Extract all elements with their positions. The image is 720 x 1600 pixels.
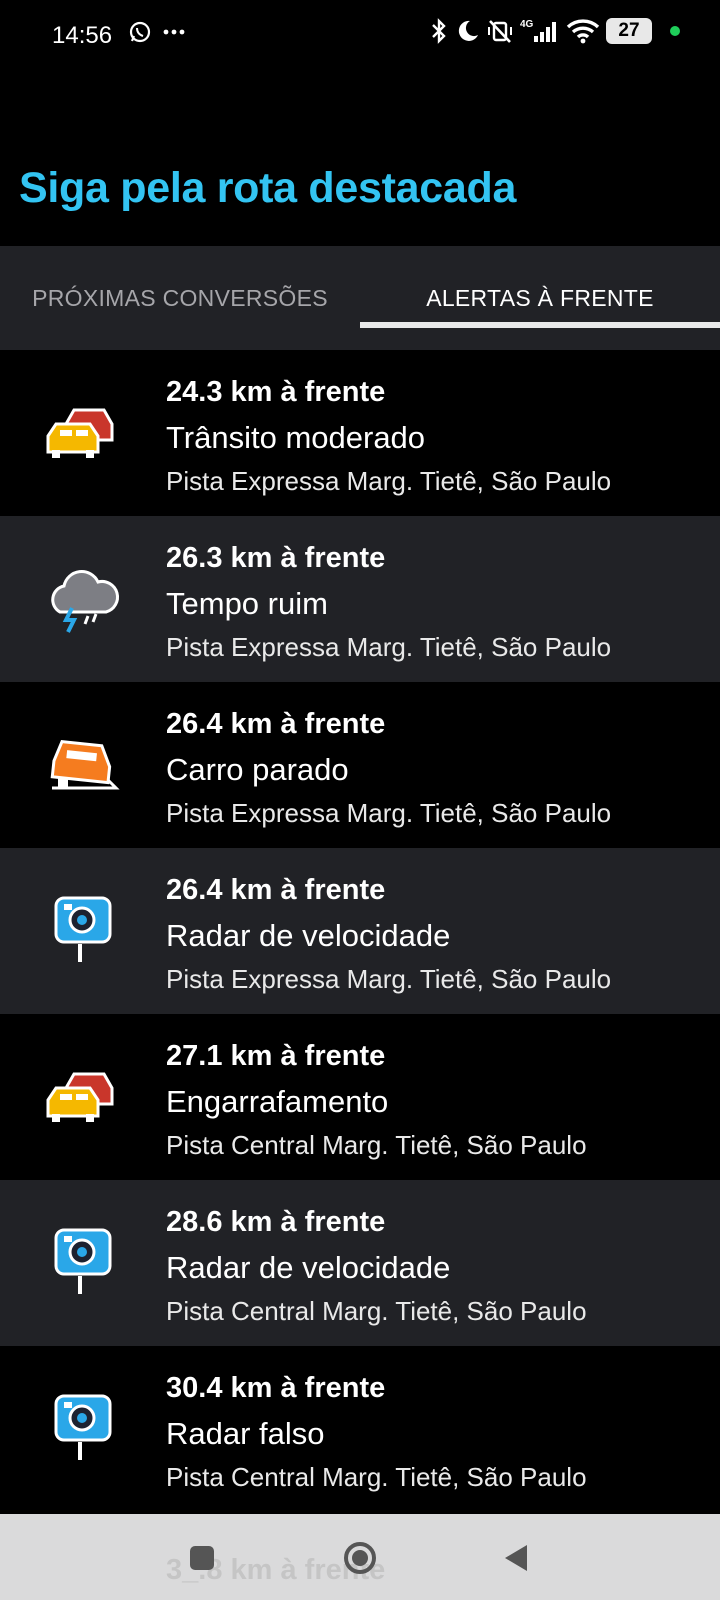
back-icon (505, 1545, 527, 1571)
alert-type: Tempo ruim (166, 586, 328, 621)
alert-location: Pista Expressa Marg. Tietê, São Paulo (166, 798, 612, 828)
tab-label: PRÓXIMAS CONVERSÕES (32, 284, 328, 311)
recent-apps-button[interactable] (180, 1536, 224, 1580)
alert-item[interactable]: 26.4 km à frente Radar de velocidade Pis… (0, 848, 720, 1014)
alert-location: Pista Central Marg. Tietê, São Paulo (166, 1296, 587, 1326)
alert-location: Pista Expressa Marg. Tietê, São Paulo (166, 466, 612, 496)
alert-type: Radar de velocidade (166, 918, 451, 953)
speed-camera-icon (54, 1228, 112, 1294)
privacy-indicator-dot (670, 26, 680, 36)
back-button[interactable] (494, 1536, 538, 1580)
stopped-car-icon (50, 739, 120, 790)
status-time: 14:56 (52, 22, 113, 49)
traffic-cars-icon (46, 1072, 114, 1122)
tab-label: ALERTAS À FRENTE (426, 284, 654, 311)
active-tab-indicator (360, 322, 720, 328)
alert-item[interactable]: 30.4 km à frente Radar falso Pista Centr… (0, 1346, 720, 1512)
whatsapp-icon (129, 21, 151, 43)
alert-item[interactable]: 26.4 km à frente Carro parado Pista Expr… (0, 682, 720, 848)
speed-camera-icon (54, 1394, 112, 1460)
alert-item[interactable]: 27.1 km à frente Engarrafamento Pista Ce… (0, 1014, 720, 1180)
alert-location: Pista Central Marg. Tietê, São Paulo (166, 1462, 587, 1492)
status-bar: 14:56 4G 27 (0, 0, 720, 72)
home-icon (344, 1542, 376, 1574)
alert-distance: 26.4 km à frente (166, 874, 386, 906)
tab-upcoming-turns[interactable]: PRÓXIMAS CONVERSÕES (0, 246, 360, 350)
vibrate-off-icon (488, 20, 512, 43)
traffic-cars-icon (44, 1574, 124, 1600)
svg-text:4G: 4G (520, 19, 534, 30)
system-navigation-bar: 3_.8 km à frente Via alagada (0, 1514, 720, 1600)
home-button[interactable] (338, 1536, 382, 1580)
tab-alerts-ahead[interactable]: ALERTAS À FRENTE (360, 246, 720, 350)
page-title: Siga pela rota destacada (19, 164, 517, 212)
alert-distance: 27.1 km à frente (166, 1040, 386, 1072)
alert-type: Carro parado (166, 752, 349, 787)
alert-item[interactable]: 26.3 km à frente Tempo ruim Pista Expres… (0, 516, 720, 682)
storm-cloud-icon (51, 570, 119, 633)
battery-icon: 27 (606, 18, 652, 44)
alert-location: Pista Expressa Marg. Tietê, São Paulo (166, 632, 612, 662)
more-dots-icon (163, 29, 185, 35)
bluetooth-icon (432, 18, 446, 44)
alert-type: Engarrafamento (166, 1084, 389, 1119)
alert-type: Radar de velocidade (166, 1250, 451, 1285)
alert-distance: 30.4 km à frente (166, 1372, 386, 1404)
do-not-disturb-moon-icon (458, 20, 478, 41)
alert-item[interactable]: 28.6 km à frente Radar de velocidade Pis… (0, 1180, 720, 1346)
wifi-icon (566, 19, 600, 44)
alert-distance: 26.3 km à frente (166, 542, 386, 574)
alert-distance: 26.4 km à frente (166, 708, 386, 740)
alert-distance: 28.6 km à frente (166, 1206, 386, 1238)
traffic-cars-icon (46, 408, 114, 458)
alert-type: Radar falso (166, 1416, 325, 1451)
alert-type: Trânsito moderado (166, 420, 426, 455)
alert-distance: 24.3 km à frente (166, 376, 386, 408)
alert-location: Pista Expressa Marg. Tietê, São Paulo (166, 964, 612, 994)
signal-4g-icon: 4G (520, 19, 556, 42)
recent-apps-icon (190, 1546, 214, 1570)
alert-list: 24.3 km à frente Trânsito moderado Pista… (0, 350, 720, 1512)
alert-item[interactable]: 24.3 km à frente Trânsito moderado Pista… (0, 350, 720, 516)
alert-location: Pista Central Marg. Tietê, São Paulo (166, 1130, 587, 1160)
tab-bar: PRÓXIMAS CONVERSÕES ALERTAS À FRENTE (0, 246, 720, 350)
speed-camera-icon (54, 896, 112, 962)
